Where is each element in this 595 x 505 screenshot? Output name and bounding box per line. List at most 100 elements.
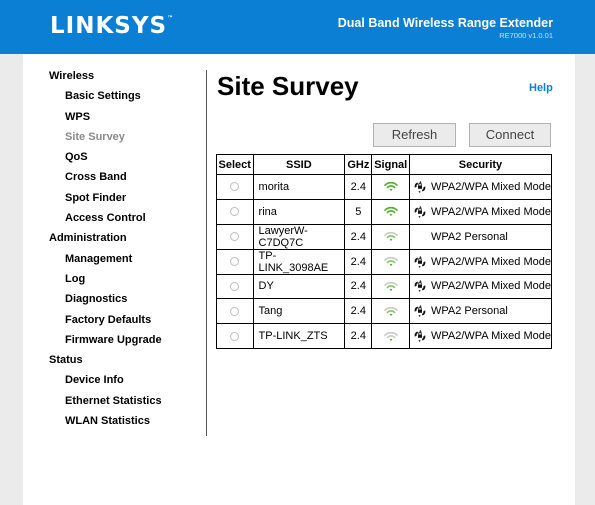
select-radio[interactable]: [230, 182, 240, 192]
signal-cell: [371, 273, 410, 300]
select-radio[interactable]: [230, 331, 240, 341]
wifi-signal-icon: [383, 280, 398, 292]
ghz-cell: 2.4: [344, 298, 373, 325]
wifi-signal-icon: [383, 256, 398, 268]
ssid-cell: DY: [252, 273, 346, 300]
content-panel: Wireless Basic Settings WPS Site Survey QoS C…: [23, 54, 575, 505]
select-cell: [216, 198, 254, 225]
signal-cell: [371, 323, 410, 349]
header-bar: LINKSYS™ Dual Band Wireless Range Extend…: [0, 0, 595, 54]
sidebar-item-wlan-statistics[interactable]: WLAN Statistics: [49, 413, 199, 433]
security-label: WPA2/WPA Mixed Mode: [430, 280, 551, 293]
select-cell: [216, 298, 254, 325]
security-cell: WPA2/WPA Mixed Mode: [408, 174, 553, 200]
sidebar-item-firmware-upgrade[interactable]: Firmware Upgrade: [49, 332, 199, 352]
select-radio[interactable]: [230, 257, 240, 267]
sidebar-section-status: Status: [49, 354, 83, 367]
wifi-signal-icon: [383, 330, 398, 342]
security-label: WPA2 Personal: [430, 230, 508, 243]
select-radio[interactable]: [230, 282, 240, 292]
sidebar-item-basic-settings[interactable]: Basic Settings: [49, 88, 199, 108]
sidebar-item-wps[interactable]: WPS: [49, 109, 199, 129]
lock-icon: [413, 180, 431, 193]
ssid-cell: Tang: [252, 298, 346, 325]
table-row[interactable]: TP-LINK_ZTS 2.4 WPA2/WPA Mixed Mode: [216, 323, 553, 349]
signal-cell: [371, 223, 410, 250]
sidebar-item-spot-finder[interactable]: Spot Finder: [49, 190, 199, 210]
wifi-signal-icon: [383, 231, 398, 243]
header-ghz: GHz: [344, 154, 373, 175]
security-cell: WPA2 Personal: [408, 223, 553, 250]
ssid-cell: rina: [252, 198, 346, 225]
sidebar-divider: [206, 70, 207, 436]
security-label: WPA2 Personal: [430, 305, 508, 318]
help-link[interactable]: Help: [529, 82, 553, 94]
ghz-cell: 2.4: [344, 273, 373, 300]
table-row[interactable]: Tang 2.4 WPA2 Personal: [216, 298, 553, 325]
select-radio[interactable]: [230, 232, 240, 242]
security-cell: WPA2/WPA Mixed Mode: [408, 198, 553, 225]
signal-cell: [371, 298, 410, 325]
security-cell: WPA2/WPA Mixed Mode: [408, 273, 553, 300]
sidebar-item-qos[interactable]: QoS: [49, 149, 199, 169]
sidebar-item-factory-defaults[interactable]: Factory Defaults: [49, 312, 199, 332]
table-row[interactable]: TP-LINK_3098AE 2.4 WPA2/WPA Mixed Mode: [216, 248, 553, 275]
lock-icon: [413, 280, 431, 293]
sidebar-item-cross-band[interactable]: Cross Band: [49, 169, 199, 189]
security-cell: WPA2/WPA Mixed Mode: [408, 323, 553, 349]
sidebar-nav: Wireless Basic Settings WPS Site Survey QoS C…: [49, 68, 199, 433]
table-row[interactable]: DY 2.4 WPA2/WPA Mixed Mode: [216, 273, 553, 300]
ghz-cell: 2.4: [344, 248, 373, 275]
sidebar-item-ethernet-statistics[interactable]: Ethernet Statistics: [49, 393, 199, 413]
ghz-cell: 2.4: [344, 223, 373, 250]
header-security: Security: [408, 154, 553, 175]
sidebar-item-device-info[interactable]: Device Info: [49, 372, 199, 392]
select-radio[interactable]: [230, 207, 240, 217]
select-cell: [216, 323, 254, 349]
select-cell: [216, 174, 254, 200]
ssid-cell: TP-LINK_ZTS: [252, 323, 346, 349]
signal-cell: [371, 174, 410, 200]
ssid-cell: morita: [252, 174, 346, 200]
connect-button[interactable]: Connect: [469, 123, 551, 147]
table-row[interactable]: morita 2.4 WPA2/WPA Mixed Mode: [216, 174, 553, 200]
select-cell: [216, 248, 254, 275]
ghz-cell: 5: [344, 198, 373, 225]
lock-icon: [413, 205, 431, 218]
ssid-cell: LawyerW-C7DQ7C: [252, 223, 346, 250]
signal-cell: [371, 198, 410, 225]
security-label: WPA2/WPA Mixed Mode: [430, 180, 551, 193]
table-row[interactable]: LawyerW-C7DQ7C 2.4 WPA2 Personal: [216, 223, 553, 250]
site-survey-table: Select SSID GHz Signal Security morita 2.…: [216, 154, 553, 349]
table-row[interactable]: rina 5 WPA2/WPA Mixed Mode: [216, 198, 553, 225]
wifi-signal-icon: [383, 305, 398, 317]
sidebar-item-log[interactable]: Log: [49, 271, 199, 291]
ghz-cell: 2.4: [344, 174, 373, 200]
header-select: Select: [216, 154, 254, 175]
select-radio[interactable]: [230, 306, 240, 316]
firmware-version: RE7000 v1.0.01: [499, 31, 553, 40]
security-cell: WPA2 Personal: [408, 298, 553, 325]
no-lock-spacer: [413, 230, 427, 244]
sidebar-item-management[interactable]: Management: [49, 251, 199, 271]
table-header-row: Select SSID GHz Signal Security: [216, 154, 553, 175]
header-signal: Signal: [371, 154, 410, 175]
security-label: WPA2/WPA Mixed Mode: [430, 329, 551, 342]
ghz-cell: 2.4: [344, 323, 373, 349]
sidebar-item-site-survey[interactable]: Site Survey: [49, 129, 199, 149]
header-ssid: SSID: [252, 154, 346, 175]
security-cell: WPA2/WPA Mixed Mode: [408, 248, 553, 275]
page-title: Site Survey: [217, 71, 359, 101]
wifi-signal-icon: [383, 206, 398, 218]
sidebar-item-access-control[interactable]: Access Control: [49, 210, 199, 230]
select-cell: [216, 223, 254, 250]
sidebar-item-diagnostics[interactable]: Diagnostics: [49, 291, 199, 311]
ssid-cell: TP-LINK_3098AE: [252, 248, 346, 275]
wifi-signal-icon: [383, 181, 398, 193]
security-label: WPA2/WPA Mixed Mode: [430, 255, 551, 268]
select-cell: [216, 273, 254, 300]
refresh-button[interactable]: Refresh: [373, 123, 456, 147]
linksys-logo: LINKSYS™: [50, 13, 174, 39]
security-label: WPA2/WPA Mixed Mode: [430, 205, 551, 218]
signal-cell: [371, 248, 410, 275]
